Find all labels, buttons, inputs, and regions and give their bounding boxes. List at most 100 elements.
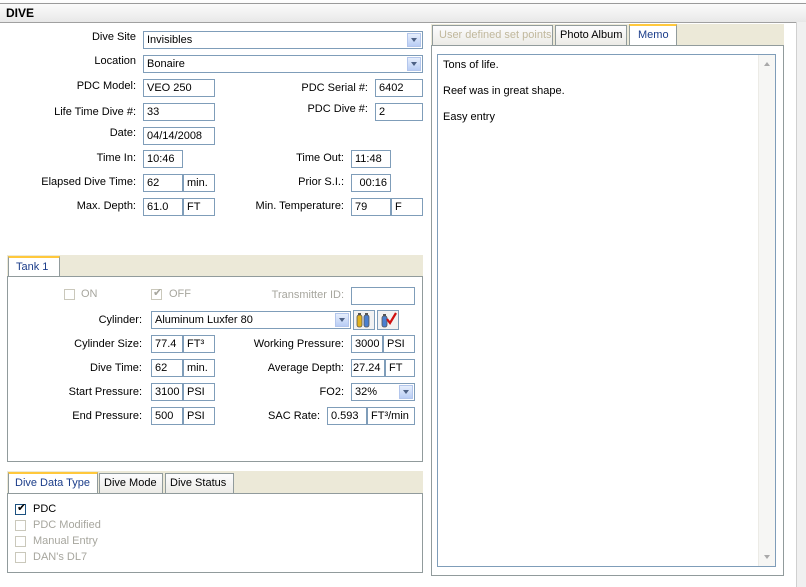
tab-dive-status[interactable]: Dive Status <box>165 473 234 493</box>
min-temp-unit: F <box>391 198 423 216</box>
max-depth-unit: FT <box>183 198 215 216</box>
cylinder-library-button[interactable] <box>353 310 375 330</box>
time-in-label: Time In: <box>96 152 136 164</box>
transmitter-field[interactable] <box>351 287 415 305</box>
location-select[interactable]: Bonaire <box>143 55 423 73</box>
tab-tank-1-label: Tank 1 <box>16 261 49 273</box>
memo-scrollbar[interactable] <box>758 55 775 566</box>
location-label: Location <box>94 55 136 67</box>
tab-dive-mode-label: Dive Mode <box>104 477 157 489</box>
dive-time-unit: min. <box>183 359 215 377</box>
pdc-serial-field[interactable]: 6402 <box>375 79 423 97</box>
pdc-model-field[interactable]: VEO 250 <box>143 79 215 97</box>
working-pressure-unit: PSI <box>383 335 415 353</box>
memo-line: Reef was in great shape. <box>443 85 565 97</box>
chevron-down-icon[interactable] <box>407 57 421 71</box>
fo2-label: FO2: <box>319 386 344 398</box>
transmitter-label: Transmitter ID: <box>271 289 344 301</box>
tab-memo-label: Memo <box>638 29 669 41</box>
dans-dl7-checkbox[interactable] <box>15 552 26 563</box>
max-depth-label: Max. Depth: <box>76 200 136 212</box>
dive-site-label: Dive Site <box>91 31 136 43</box>
min-temp-label: Min. Temperature: <box>255 200 344 212</box>
title-line <box>0 3 806 4</box>
dans-dl7-label: DAN's DL7 <box>33 551 88 563</box>
date-label: Date: <box>109 127 136 139</box>
tab-user-defined-label: User defined set points <box>439 29 552 41</box>
tab-dive-data-type[interactable]: Dive Data Type <box>8 472 98 494</box>
memo-line: Tons of life. <box>443 59 499 71</box>
checkmark-icon: ✔ <box>153 287 163 299</box>
avg-depth-unit: FT <box>385 359 415 377</box>
tank-tabstrip <box>7 255 423 277</box>
pdc-checkbox[interactable]: ✔ <box>15 502 27 515</box>
dive-time-label: Dive Time: <box>90 362 142 374</box>
memo-line: Easy entry <box>443 111 495 123</box>
off-label: OFF <box>169 288 191 300</box>
time-out-field[interactable]: 11:48 <box>351 150 391 168</box>
prior-si-label: Prior S.I.: <box>298 176 344 188</box>
min-temp-field[interactable]: 79 <box>351 198 391 216</box>
location-value: Bonaire <box>147 58 185 70</box>
fo2-select[interactable]: 32% <box>351 383 415 401</box>
tab-photo-album-label: Photo Album <box>560 29 623 41</box>
pdc-dive-label: PDC Dive #: <box>307 103 368 115</box>
window-edge <box>796 22 806 587</box>
dive-time-field[interactable]: 62 <box>151 359 183 377</box>
tab-tank-1[interactable]: Tank 1 <box>8 256 60 278</box>
time-in-field[interactable]: 10:46 <box>143 150 183 168</box>
prior-si-field[interactable]: 00:16 <box>351 174 391 192</box>
pdc-option-label: PDC <box>33 503 57 515</box>
sac-field[interactable]: 0.593 <box>327 407 367 425</box>
chevron-down-icon[interactable] <box>399 385 413 399</box>
tank-check-icon <box>381 312 397 328</box>
manual-entry-checkbox[interactable] <box>15 536 26 547</box>
pdc-serial-label: PDC Serial #: <box>301 82 368 94</box>
cylinder-edit-button[interactable] <box>377 310 399 330</box>
sac-unit: FT³/min <box>367 407 415 425</box>
working-pressure-label: Working Pressure: <box>253 338 344 350</box>
elapsed-unit: min. <box>183 174 215 192</box>
tab-memo[interactable]: Memo <box>629 24 677 46</box>
dive-site-value: Invisibles <box>147 34 193 46</box>
fo2-value: 32% <box>355 386 378 398</box>
pdc-dive-field[interactable]: 2 <box>375 103 423 121</box>
tab-photo-album[interactable]: Photo Album <box>555 25 627 45</box>
end-pressure-field[interactable]: 500 <box>151 407 183 425</box>
sac-label: SAC Rate: <box>268 410 320 422</box>
start-pressure-field[interactable]: 3100 <box>151 383 183 401</box>
on-checkbox[interactable] <box>64 289 75 300</box>
start-pressure-unit: PSI <box>183 383 215 401</box>
tab-dive-mode[interactable]: Dive Mode <box>99 473 163 493</box>
tab-dive-data-type-label: Dive Data Type <box>15 477 91 489</box>
manual-entry-label: Manual Entry <box>33 535 98 547</box>
memo-textarea[interactable]: Tons of life. Reef was in great shape. E… <box>437 54 776 567</box>
cylinder-select[interactable]: Aluminum Luxfer 80 <box>151 311 351 329</box>
time-out-label: Time Out: <box>296 152 344 164</box>
checkmark-icon: ✔ <box>17 502 27 514</box>
elapsed-label: Elapsed Dive Time: <box>41 176 136 188</box>
lifetime-dive-field[interactable]: 33 <box>143 103 215 121</box>
scroll-up-icon[interactable] <box>764 62 770 66</box>
lifetime-dive-label: Life Time Dive #: <box>54 106 136 118</box>
window-title: DIVE <box>6 6 35 20</box>
pdc-model-label: PDC Model: <box>76 80 136 92</box>
cylinder-size-label: Cylinder Size: <box>74 338 142 350</box>
tab-dive-status-label: Dive Status <box>170 477 227 489</box>
off-checkbox[interactable]: ✔ <box>151 287 163 300</box>
tab-user-defined-set-points[interactable]: User defined set points <box>432 25 553 45</box>
cylinder-size-unit: FT³ <box>183 335 215 353</box>
chevron-down-icon[interactable] <box>335 313 349 327</box>
date-field[interactable]: 04/14/2008 <box>143 127 215 145</box>
end-pressure-label: End Pressure: <box>72 410 142 422</box>
avg-depth-field[interactable]: 27.24 <box>351 359 385 377</box>
max-depth-field[interactable]: 61.0 <box>143 198 183 216</box>
dive-site-select[interactable]: Invisibles <box>143 31 423 49</box>
end-pressure-unit: PSI <box>183 407 215 425</box>
cylinder-size-field[interactable]: 77.4 <box>151 335 183 353</box>
elapsed-field[interactable]: 62 <box>143 174 183 192</box>
pdc-modified-checkbox[interactable] <box>15 520 26 531</box>
scroll-down-icon[interactable] <box>764 555 770 559</box>
chevron-down-icon[interactable] <box>407 33 421 47</box>
working-pressure-field[interactable]: 3000 <box>351 335 383 353</box>
